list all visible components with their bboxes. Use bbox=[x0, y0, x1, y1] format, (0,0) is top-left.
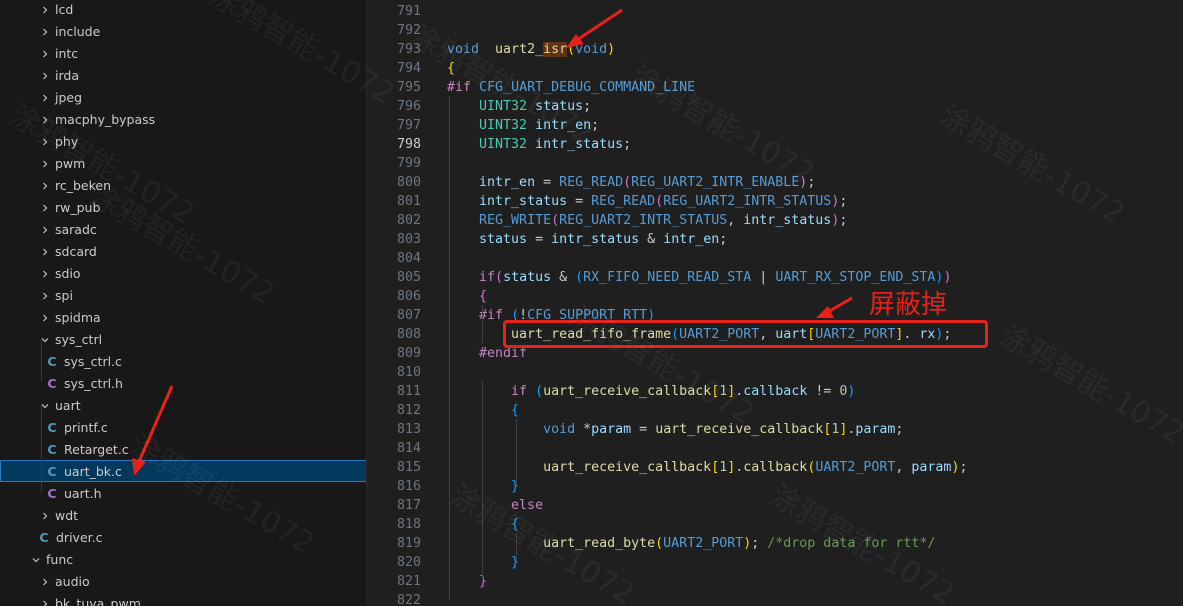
arrow-annotation-file bbox=[132, 385, 174, 476]
